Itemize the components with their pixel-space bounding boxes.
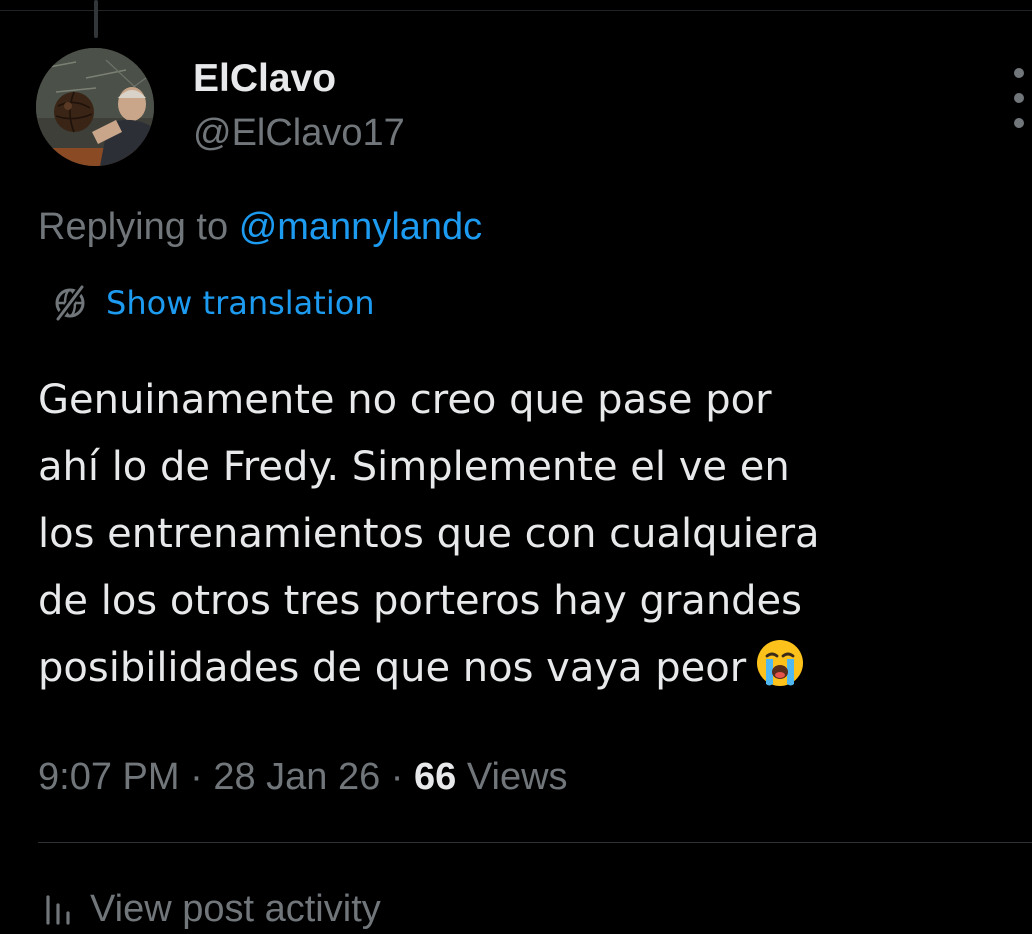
loudly-crying-face-emoji-icon [757,640,804,686]
top-divider [0,10,1032,11]
divider [38,842,1032,843]
post-text-last-line: posibilidades de que nos vaya peor [38,635,1018,702]
view-post-activity-button[interactable]: View post activity [38,884,381,934]
author-display-name[interactable]: ElClavo [193,56,336,102]
show-translation-label: Show translation [106,284,375,322]
thread-connector-line [94,0,98,38]
post-text-line: posibilidades de que nos vaya peor [38,645,747,691]
more-options-button[interactable] [1006,68,1032,128]
avatar-image [36,48,154,166]
meta-separator: · [190,756,203,798]
post-text-line: ahí lo de Fredy. Simplemente el ve en [38,444,790,490]
post-text-line: Genuinamente no creo que pase por [38,377,772,423]
avatar[interactable] [36,48,154,166]
post-metadata: 9:07 PM · 28 Jan 26 · 66 Views [38,752,568,802]
post-text: Genuinamente no creo que pase por ahí lo… [38,367,1018,702]
views-label: Views [466,756,568,798]
post-text-line: los entrenamientos que con cualquiera [38,511,820,557]
post-text-line: de los otros tres porteros hay grandes [38,578,803,624]
view-post-activity-label: View post activity [90,888,381,930]
meta-separator: · [390,756,404,798]
replying-to-mention[interactable]: @mannylandc [239,206,482,248]
show-translation-button[interactable]: Show translation [48,278,375,328]
more-dot [1014,93,1024,103]
globe-icon [55,284,85,322]
replying-to-line: Replying to @mannylandc [38,202,482,252]
replying-prefix: Replying to [38,206,229,248]
more-dot [1014,118,1024,128]
bar-chart-icon [46,895,70,925]
post-date[interactable]: 28 Jan 26 [213,756,380,798]
views-count: 66 [414,756,457,798]
author-handle[interactable]: @ElClavo17 [193,110,405,156]
post-time[interactable]: 9:07 PM [38,756,180,798]
more-dot [1014,68,1024,78]
